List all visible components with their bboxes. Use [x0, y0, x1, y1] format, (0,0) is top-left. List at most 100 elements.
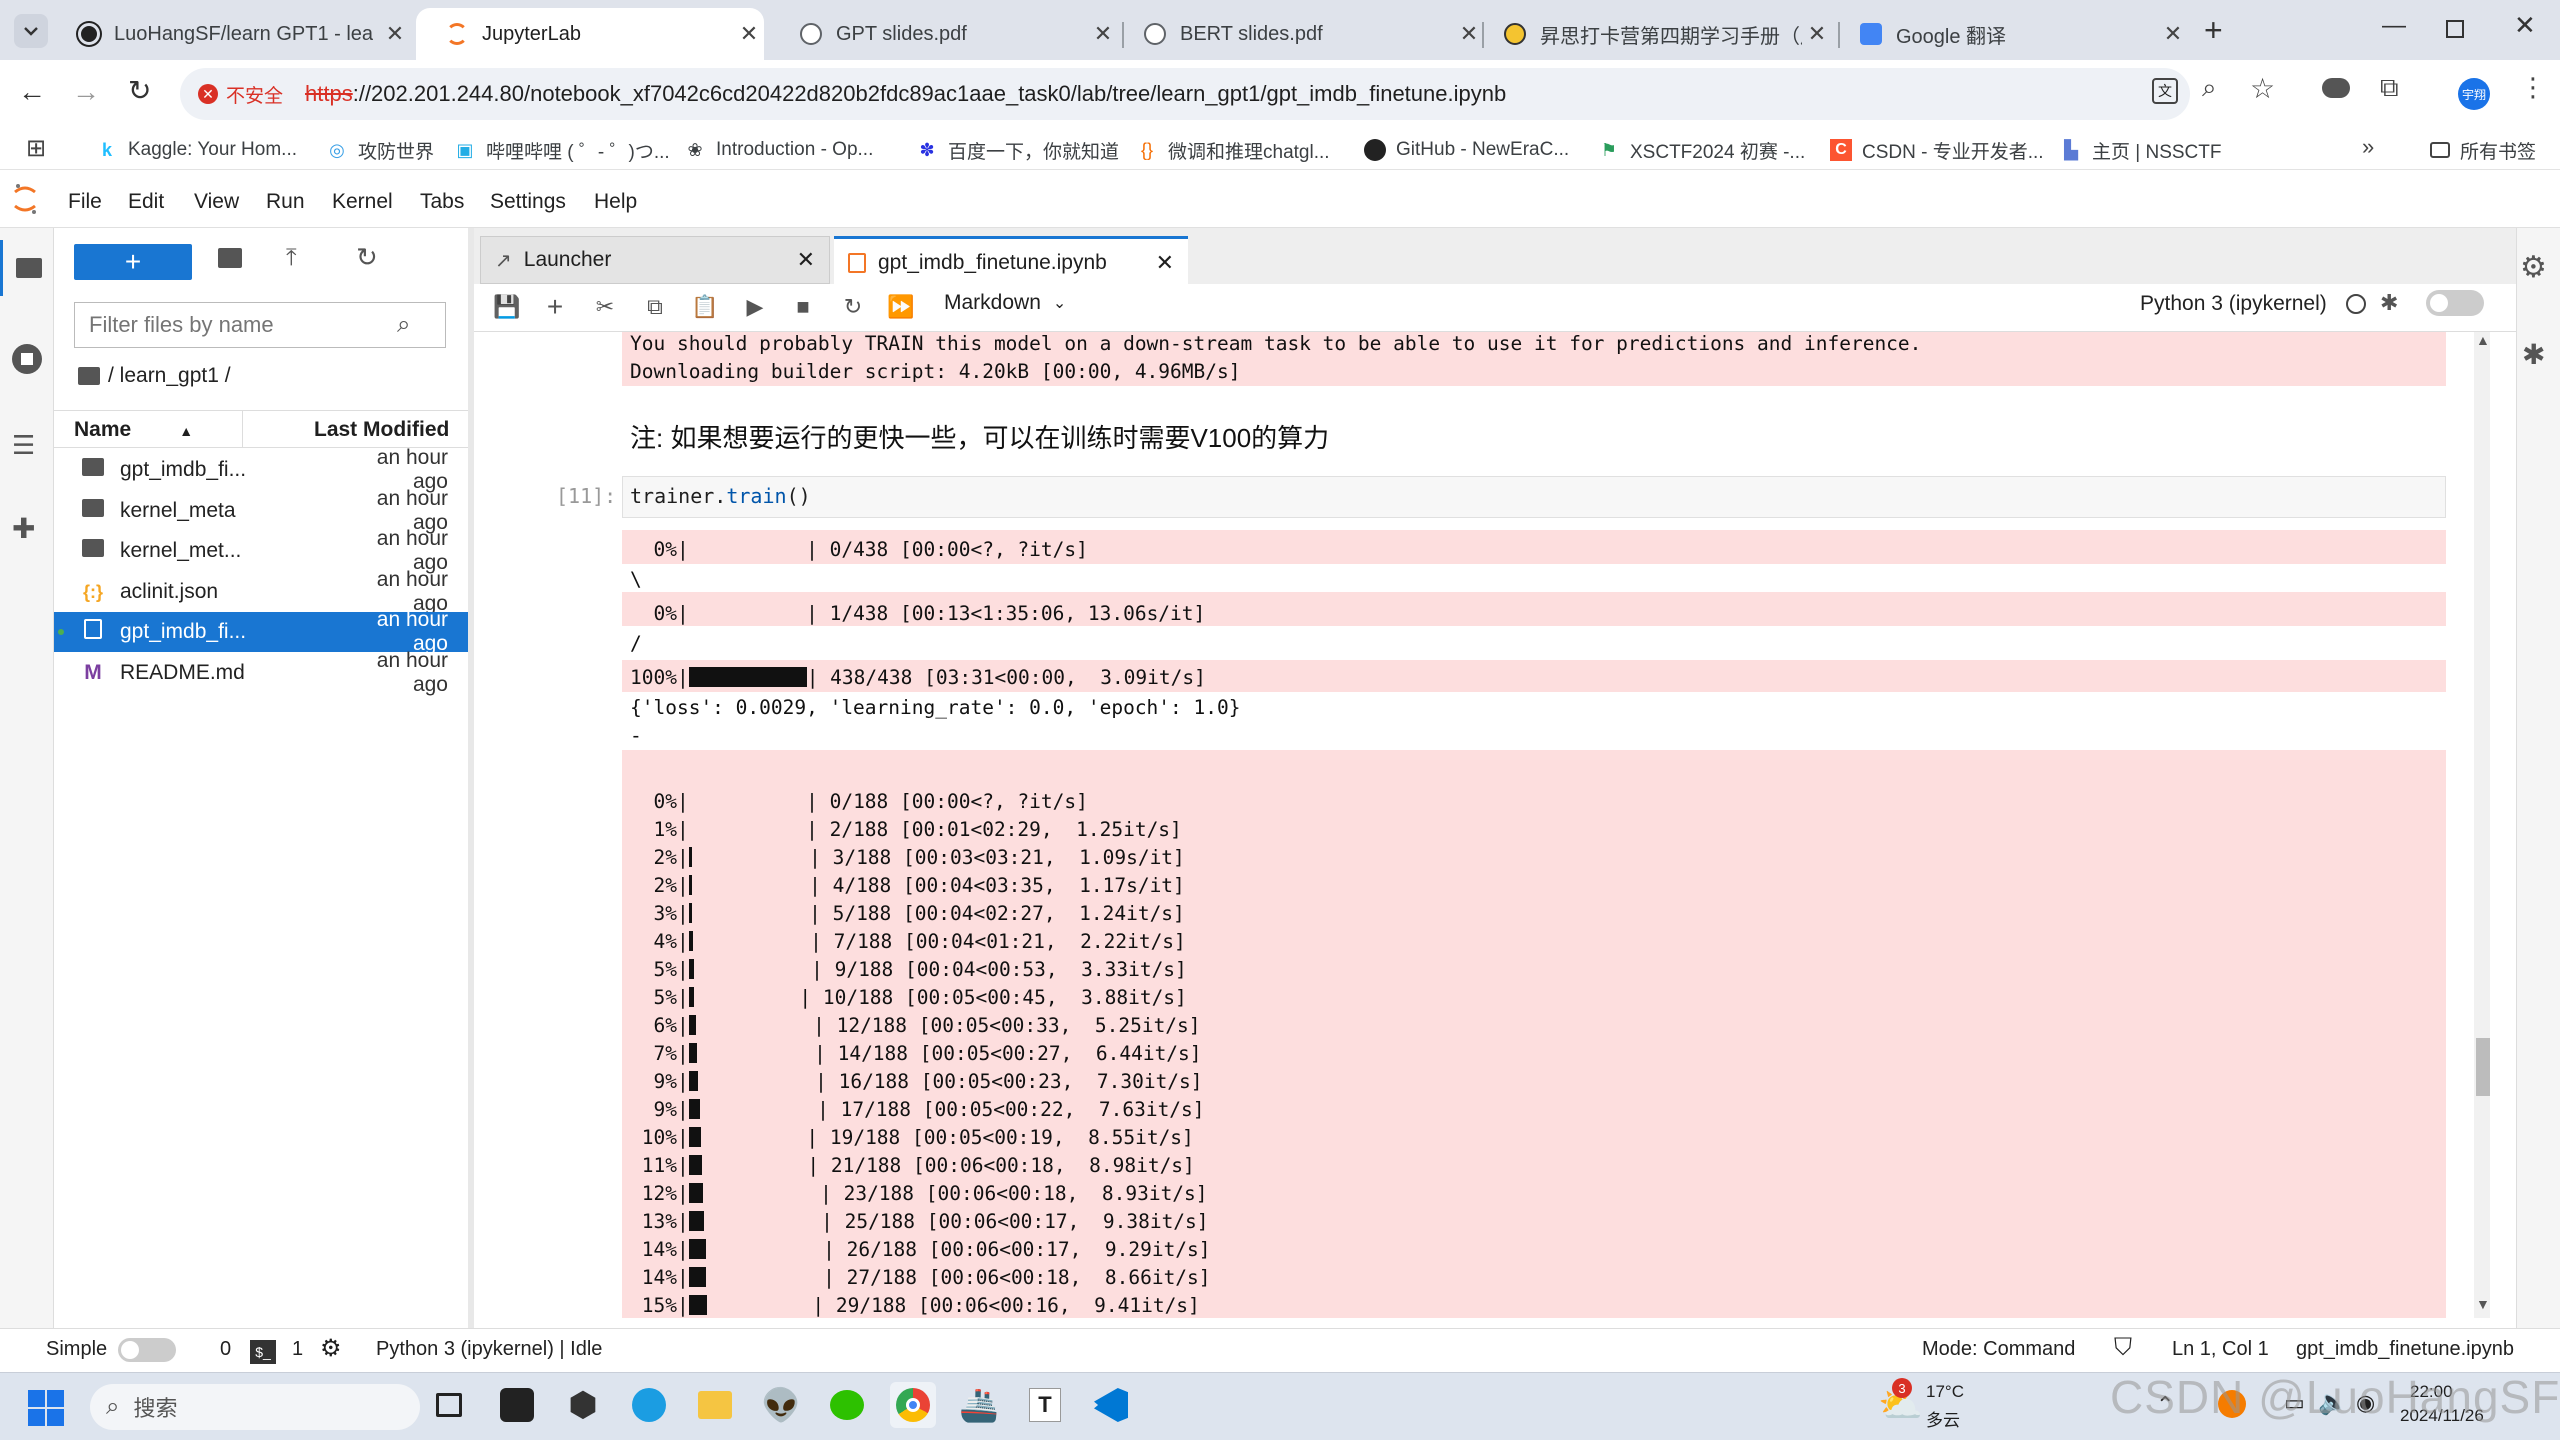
bookmark-openai[interactable]: ❀ Introduction - Op... — [684, 134, 873, 166]
bookmark-xsctf[interactable]: ⚑ XSCTF2024 初赛 -... — [1598, 134, 1805, 166]
new-folder-icon[interactable] — [218, 248, 242, 268]
file-browser-icon[interactable] — [0, 240, 54, 296]
menu-run[interactable]: Run — [266, 190, 305, 214]
kernel-status[interactable]: Python 3 (ipykernel) | Idle — [376, 1338, 602, 1361]
file-explorer-icon[interactable] — [692, 1382, 738, 1428]
filter-files-input[interactable]: ⌕ — [74, 302, 446, 348]
address-bar[interactable]: ✕ 不安全 https ://202.201.244.80/notebook_x… — [180, 68, 2190, 120]
profile-avatar[interactable]: 宇翔 — [2458, 78, 2490, 110]
minimize-button[interactable]: — — [2382, 12, 2406, 40]
typora-icon[interactable]: T — [1022, 1382, 1068, 1428]
stop-icon[interactable]: ■ — [786, 290, 820, 324]
menu-help[interactable]: Help — [594, 190, 637, 214]
alien-app-icon[interactable]: 👽 — [758, 1382, 804, 1428]
scrollbar-thumb[interactable] — [2476, 1038, 2490, 1096]
cell-11-input[interactable] — [622, 476, 2446, 518]
menu-settings[interactable]: Settings — [490, 190, 566, 214]
menu-kernel[interactable]: Kernel — [332, 190, 393, 214]
bookmark-nssctf[interactable]: ▙ 主页 | NSSCTF — [2060, 134, 2221, 166]
browser-tab-mindspore[interactable]: 昇思打卡营第四期学习手册（启 ✕ — [1474, 8, 1832, 60]
file-row[interactable]: M README.md an hour ago — [54, 649, 468, 696]
apps-grid-icon[interactable]: ⊞ — [26, 134, 46, 163]
bookmark-csdn[interactable]: C CSDN - 专业开发者... — [1830, 134, 2044, 166]
browser-tab-github[interactable]: LuoHangSF/learn GPT1 - lea ✕ — [48, 8, 410, 60]
reload-button[interactable]: ↻ — [128, 74, 151, 107]
run-icon[interactable]: ▶ — [738, 290, 772, 324]
bookmark-adworld[interactable]: ◎ 攻防世界 — [326, 134, 434, 166]
ship-app-icon[interactable]: 🚢 — [956, 1382, 1002, 1428]
cell-type-select[interactable]: Markdown ⌄ — [944, 288, 1066, 318]
windows-start-icon[interactable] — [28, 1390, 64, 1426]
doc-tab-launcher[interactable]: ↗ Launcher ✕ — [480, 236, 830, 284]
insert-cell-icon[interactable]: + — [538, 290, 572, 324]
upload-icon[interactable]: ⤒ — [286, 244, 297, 272]
browser-tab-jupyterlab[interactable]: JupyterLab ✕ — [416, 8, 764, 60]
zoom-icon[interactable]: ⌕ — [2202, 72, 2217, 104]
cube-app-icon[interactable]: ⬢ — [560, 1382, 606, 1428]
menu-file[interactable]: File — [68, 190, 102, 214]
bookmark-github[interactable]: GitHub - NewEraC... — [1364, 134, 1569, 166]
edge-browser-icon[interactable] — [626, 1382, 672, 1428]
close-tab-icon[interactable]: ✕ — [1802, 21, 1832, 47]
browser-tab-gpt-slides[interactable]: GPT slides.pdf ✕ — [770, 8, 1118, 60]
more-bookmarks-icon[interactable]: » — [2362, 134, 2374, 160]
cursor-position[interactable]: Ln 1, Col 1 — [2172, 1338, 2269, 1361]
translate-page-icon[interactable]: 文 — [2152, 78, 2178, 104]
menu-edit[interactable]: Edit — [128, 190, 164, 214]
close-window-button[interactable]: ✕ — [2514, 10, 2536, 41]
debugger-toggle[interactable] — [2426, 290, 2484, 316]
scrollbar-track[interactable] — [2474, 332, 2490, 1318]
paste-icon[interactable]: 📋 — [688, 290, 722, 324]
bookmark-chatglm[interactable]: {} 微调和推理chatgl... — [1136, 134, 1330, 166]
close-tab-icon[interactable]: ✕ — [380, 21, 410, 47]
scrollbar-down-icon[interactable]: ▼ — [2476, 1296, 2490, 1312]
extension-eye-icon[interactable] — [2322, 78, 2350, 98]
extensions-icon[interactable]: ✚ — [12, 512, 35, 545]
column-name-header[interactable]: Name ▲ — [74, 418, 193, 442]
table-of-contents-icon[interactable]: ☰ — [12, 430, 35, 461]
extensions-puzzle-icon[interactable]: ⧉ — [2380, 72, 2399, 104]
task-view-icon[interactable] — [426, 1382, 472, 1428]
debugger-icon[interactable]: ✱ — [2522, 338, 2545, 371]
file-row[interactable]: kernel_meta an hour ago — [54, 487, 468, 534]
new-launcher-button[interactable]: + — [74, 244, 192, 280]
close-tab-icon[interactable]: ✕ — [734, 21, 764, 47]
menu-tabs[interactable]: Tabs — [420, 190, 464, 214]
browser-menu-icon[interactable]: ⋮ — [2520, 72, 2546, 103]
new-tab-button[interactable]: + — [2204, 12, 2223, 49]
close-tab-icon[interactable]: ✕ — [1156, 250, 1174, 276]
refresh-icon[interactable]: ↻ — [356, 242, 378, 273]
bookmark-kaggle[interactable]: k Kaggle: Your Hom... — [96, 134, 297, 166]
forward-button[interactable]: → — [72, 76, 100, 108]
filter-files-field[interactable] — [89, 312, 389, 338]
maximize-button[interactable] — [2446, 20, 2464, 38]
file-row[interactable]: kernel_met... an hour ago — [54, 527, 468, 574]
file-row[interactable]: gpt_imdb_fi... an hour ago — [54, 608, 468, 655]
wechat-icon[interactable] — [824, 1382, 870, 1428]
menu-view[interactable]: View — [194, 190, 239, 214]
property-inspector-icon[interactable]: ⚙ — [2520, 250, 2547, 285]
file-row[interactable]: {:} aclinit.json an hour ago — [54, 568, 468, 615]
tab-search-icon[interactable] — [14, 14, 48, 48]
restart-icon[interactable]: ↻ — [836, 290, 870, 324]
doc-tab-notebook[interactable]: gpt_imdb_finetune.ipynb ✕ — [834, 236, 1188, 286]
save-icon[interactable]: 💾 — [490, 290, 524, 324]
run-all-icon[interactable]: ⏩ — [884, 290, 918, 324]
chrome-icon[interactable] — [890, 1382, 936, 1428]
file-row[interactable]: gpt_imdb_fi... an hour ago — [54, 446, 468, 493]
close-tab-icon[interactable]: ✕ — [797, 247, 815, 273]
github-desktop-icon[interactable] — [494, 1382, 540, 1428]
folder-home-icon[interactable] — [78, 367, 100, 385]
column-modified-header[interactable]: Last Modified — [314, 418, 449, 442]
close-tab-icon[interactable]: ✕ — [2158, 21, 2188, 47]
bug-icon[interactable]: ✱ — [2380, 290, 2398, 316]
bookmark-baidu[interactable]: ✽ 百度一下，你就知道 — [916, 134, 1119, 166]
browser-tab-google-translate[interactable]: Google 翻译 ✕ — [1830, 8, 2188, 60]
running-kernels-icon[interactable] — [12, 344, 42, 374]
bookmark-bilibili[interactable]: ▣ 哔哩哔哩 ( ゜- ゜)つ... — [454, 134, 669, 166]
scrollbar-up-icon[interactable]: ▲ — [2476, 332, 2490, 348]
all-bookmarks[interactable]: 所有书签 — [2430, 134, 2536, 166]
browser-tab-bert-slides[interactable]: BERT slides.pdf ✕ — [1114, 8, 1484, 60]
vscode-icon[interactable] — [1088, 1382, 1134, 1428]
cut-icon[interactable]: ✂ — [588, 290, 622, 324]
